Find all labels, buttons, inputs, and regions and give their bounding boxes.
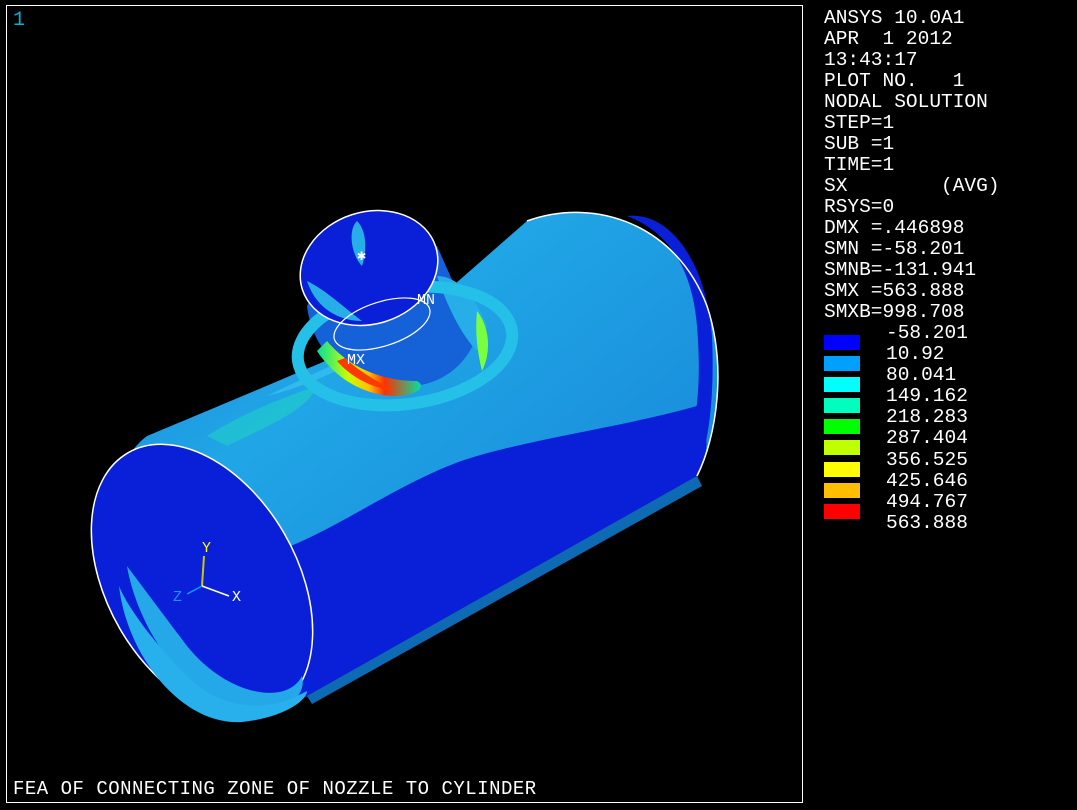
legend-value: 425.646	[886, 469, 968, 492]
info-line: STEP=1	[824, 112, 895, 134]
info-line: DMX =.446898	[824, 217, 965, 239]
info-line: SMNB=-131.941	[824, 259, 977, 281]
info-line: APR 1 2012	[824, 28, 953, 50]
legend-swatch	[824, 419, 860, 435]
legend-value: -58.201	[886, 322, 968, 344]
legend-swatch	[824, 377, 860, 393]
legend-swatch	[824, 440, 860, 456]
legend-swatch	[824, 461, 860, 477]
legend-value: 10.92	[886, 343, 945, 366]
min-label: MN	[417, 292, 435, 309]
info-line: SMX =563.888	[824, 280, 965, 302]
info-line: SMN =-58.201	[824, 238, 965, 260]
max-label: MX	[347, 352, 365, 369]
graphics-window[interactable]: 1 ✱ MN MX Y X Z FEA OF CONNECTING ZONE O…	[6, 5, 803, 803]
info-line: SMXB=998.708	[824, 301, 965, 323]
info-line: TIME=1	[824, 154, 895, 176]
legend-value: 356.525	[886, 448, 968, 471]
legend-swatch	[824, 335, 860, 350]
fea-model-view: ✱ MN MX Y X Z	[90, 209, 719, 723]
legend-value: 149.162	[886, 385, 968, 408]
legend-value: 563.888	[886, 511, 968, 534]
info-line: ANSYS 10.0A1	[824, 7, 965, 29]
info-panel: ANSYS 10.0A1 APR 1 2012 13:43:17 PLOT NO…	[824, 8, 1000, 323]
legend-swatch	[824, 398, 860, 414]
axis-x-label: X	[232, 589, 241, 606]
info-line: SUB =1	[824, 133, 895, 155]
legend-value: 494.767	[886, 490, 968, 513]
legend-swatch	[824, 503, 860, 519]
info-line: SX (AVG)	[824, 175, 1000, 197]
info-line: 13:43:17	[824, 49, 918, 71]
min-marker: ✱	[357, 248, 366, 265]
info-line: PLOT NO. 1	[824, 70, 965, 92]
info-line: NODAL SOLUTION	[824, 91, 988, 113]
axis-z-label: Z	[173, 589, 182, 606]
legend-value: 80.041	[886, 364, 957, 387]
legend-swatch	[824, 356, 860, 372]
axis-y-label: Y	[202, 540, 211, 557]
plot-caption: FEA OF CONNECTING ZONE OF NOZZLE TO CYLI…	[13, 778, 537, 800]
legend-swatch	[824, 482, 860, 498]
info-line: RSYS=0	[824, 196, 895, 218]
legend-value: 287.404	[886, 427, 968, 450]
legend-value: 218.283	[886, 406, 968, 429]
